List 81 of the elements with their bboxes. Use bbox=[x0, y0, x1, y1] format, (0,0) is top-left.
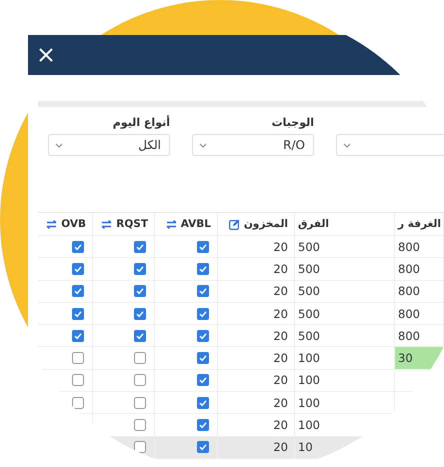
checkbox-checked[interactable] bbox=[72, 240, 84, 253]
checkbox[interactable] bbox=[72, 352, 84, 364]
checkbox-checked[interactable] bbox=[134, 330, 146, 342]
table-row[interactable]: 20 100 bbox=[38, 392, 444, 414]
table-cell: 500 bbox=[298, 328, 320, 343]
column-header[interactable]: AVBL bbox=[155, 213, 218, 235]
checkbox-checked[interactable] bbox=[72, 285, 84, 298]
table-cell: 20 bbox=[273, 440, 288, 454]
select-field[interactable] bbox=[336, 134, 444, 156]
table-cell: 20 bbox=[273, 351, 288, 366]
checkbox-checked[interactable] bbox=[134, 262, 146, 275]
table-cell: 20 bbox=[273, 418, 288, 432]
select-field[interactable]: الكل bbox=[48, 134, 170, 156]
table-row[interactable]: 20 500 800 bbox=[38, 236, 444, 258]
table-cell: 100 bbox=[298, 396, 320, 410]
table-cell: 500 bbox=[298, 306, 320, 321]
checkbox-checked[interactable] bbox=[72, 308, 84, 320]
checkbox-checked[interactable] bbox=[72, 262, 84, 275]
filter-label: أنواع اليوم bbox=[112, 116, 170, 129]
checkbox-checked[interactable] bbox=[197, 352, 209, 364]
checkbox[interactable] bbox=[134, 396, 146, 409]
table-cell: 20 bbox=[273, 328, 288, 343]
swap-icon[interactable] bbox=[46, 220, 58, 228]
checkbox-checked[interactable] bbox=[197, 285, 209, 298]
table-cell: 100 bbox=[298, 351, 320, 366]
table-row[interactable]: 20 500 800 bbox=[38, 302, 444, 326]
swap-icon[interactable] bbox=[166, 220, 177, 228]
table-cell: 20 bbox=[273, 306, 288, 321]
checkbox[interactable] bbox=[134, 352, 146, 364]
checkbox[interactable] bbox=[72, 396, 84, 409]
checkbox[interactable] bbox=[134, 441, 146, 454]
table-row[interactable]: 20 500 800 bbox=[38, 325, 444, 348]
edit-icon[interactable] bbox=[228, 218, 240, 230]
checkbox-checked[interactable] bbox=[197, 308, 209, 320]
table-row[interactable]: 20 100 bbox=[38, 370, 444, 392]
chevron-icon bbox=[55, 142, 63, 148]
checkbox-checked[interactable] bbox=[134, 285, 146, 298]
table-cell: 20 bbox=[273, 373, 288, 388]
table-cell: 30 bbox=[398, 351, 413, 366]
column-header[interactable]: الغرفة ر bbox=[395, 213, 444, 235]
checkbox-checked[interactable] bbox=[197, 330, 209, 342]
table-cell: 20 bbox=[273, 284, 288, 298]
table-cell: 100 bbox=[298, 418, 320, 432]
checkbox-checked[interactable] bbox=[197, 374, 209, 386]
select-field[interactable]: R/O bbox=[192, 134, 314, 156]
close-icon[interactable] bbox=[38, 47, 54, 63]
column-header[interactable]: RQST bbox=[93, 213, 155, 235]
checkbox-checked[interactable] bbox=[197, 441, 209, 454]
table-row[interactable]: 20 500 800 bbox=[38, 280, 444, 303]
checkbox[interactable] bbox=[72, 374, 84, 386]
checkbox[interactable] bbox=[134, 419, 146, 432]
table-cell: 20 bbox=[273, 262, 288, 276]
table-cell: 100 bbox=[298, 373, 320, 388]
column-header[interactable]: الفرق bbox=[295, 213, 395, 235]
table-cell: 20 bbox=[273, 240, 288, 254]
table-cell: 800 bbox=[398, 306, 420, 321]
checkbox[interactable] bbox=[134, 374, 146, 386]
column-header[interactable]: المخزون bbox=[218, 213, 295, 235]
table-cell: 800 bbox=[398, 284, 420, 298]
filter-label: الوجبات bbox=[272, 116, 314, 129]
table-cell: 20 bbox=[273, 396, 288, 410]
table-cell: 10 bbox=[298, 440, 313, 454]
checkbox-checked[interactable] bbox=[134, 308, 146, 320]
table-row[interactable]: 20 500 800 bbox=[38, 258, 444, 281]
checkbox-checked[interactable] bbox=[134, 240, 146, 253]
chevron-icon bbox=[199, 142, 207, 148]
table-cell: 500 bbox=[298, 240, 320, 254]
table-cell: 800 bbox=[398, 328, 420, 343]
chevron-icon bbox=[343, 142, 351, 148]
table-cell: 800 bbox=[398, 262, 420, 276]
table-cell: 800 bbox=[398, 240, 420, 254]
column-header[interactable]: OVB bbox=[38, 213, 93, 235]
table-cell: 500 bbox=[298, 262, 320, 276]
table-row[interactable]: 20 100 30 bbox=[38, 347, 444, 370]
swap-icon[interactable] bbox=[101, 220, 112, 228]
checkbox-checked[interactable] bbox=[72, 330, 84, 342]
checkbox-checked[interactable] bbox=[197, 262, 209, 275]
checkbox-checked[interactable] bbox=[197, 396, 209, 409]
checkbox-checked[interactable] bbox=[197, 419, 209, 432]
checkbox-checked[interactable] bbox=[197, 240, 209, 253]
table-cell: 500 bbox=[298, 284, 320, 298]
